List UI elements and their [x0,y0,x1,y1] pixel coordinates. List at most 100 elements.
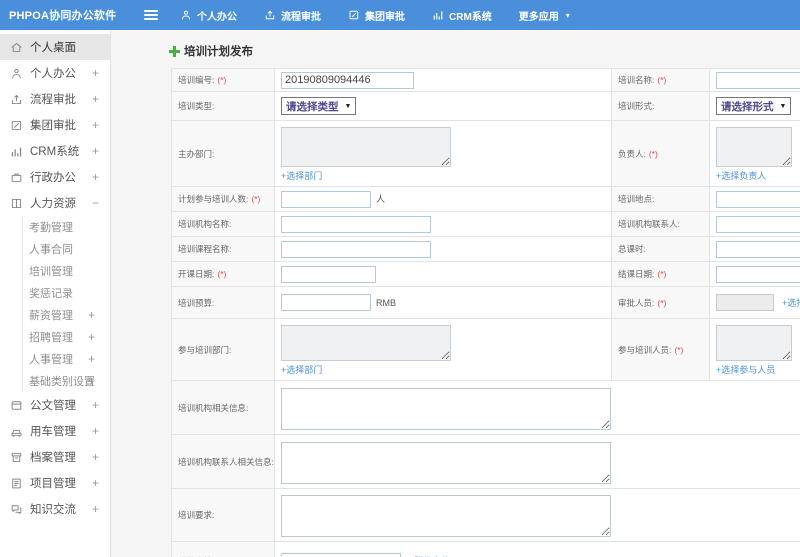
sidebar-subitem-hr-contract[interactable]: 人事合同 [23,238,110,260]
sidebar-subitem-label: 人事合同 [29,244,73,256]
nav-workflow-approval[interactable]: 流程审批 [264,8,321,23]
hamburger-menu-icon[interactable] [144,9,158,21]
training-form-select[interactable]: 请选择形式 ▼ [716,97,792,115]
expand-icon[interactable]: + [92,66,99,80]
total-hours-label: 总课时: [618,244,646,254]
training-req-textarea[interactable] [281,495,611,537]
org-name-input[interactable] [281,215,431,233]
sidebar-item-hr[interactable]: 人力资源 − [0,190,110,216]
required-mark: (*) [657,297,667,308]
expand-icon[interactable]: + [92,92,99,106]
leader-label-cell: 负责人: (*) [611,120,710,187]
training-form-label: 培训形式: [618,101,655,111]
expand-icon[interactable]: + [92,502,99,516]
approver-picker-link[interactable]: +选择审批人员 [782,298,800,308]
org-name-label-cell: 培训机构名称: [171,211,275,237]
leader-picker-link[interactable]: +选择负责人 [716,171,766,181]
sidebar-item-group-approval[interactable]: 集团审批 + [0,112,110,138]
app-brand: PHPOA协同办公软件 [9,10,117,22]
sidebar-item-label: 人力资源 [30,198,76,210]
join-dept-picker-link[interactable]: +选择部门 [281,365,322,375]
sidebar-subitem-recruit-mgmt[interactable]: 招聘管理 + [23,326,110,348]
sidebar-item-personal-desktop[interactable]: 个人桌面 [0,34,110,60]
nav-group-approval[interactable]: 集团审批 [348,8,405,23]
org-info-label-cell: 培训机构相关信息: [171,380,275,435]
planned-count-input[interactable] [281,190,371,208]
org-contact-input[interactable] [716,215,800,233]
training-no-label-cell: 培训编号: (*) [171,68,275,92]
training-name-label-cell: 培训名称: (*) [611,68,710,92]
sidebar-subitem-reward-record[interactable]: 奖惩记录 [23,282,110,304]
org-info-value-cell [274,380,800,435]
training-name-input[interactable] [716,71,800,89]
sidebar-item-knowledge[interactable]: 知识交流 + [0,496,110,522]
sidebar-item-label: 个人桌面 [30,42,76,54]
sidebar-subitem-salary-mgmt[interactable]: 薪资管理 + [23,304,110,326]
sidebar-item-admin-office[interactable]: 行政办公 + [0,164,110,190]
expand-icon[interactable]: + [92,424,99,438]
expand-icon[interactable]: + [92,170,99,184]
expand-icon[interactable]: + [92,118,99,132]
host-dept-picker-link[interactable]: +选择部门 [281,171,322,181]
org-info-textarea[interactable] [281,387,611,430]
budget-input[interactable] [281,294,371,311]
expand-icon[interactable]: + [88,308,95,322]
sidebar-subitem-attendance[interactable]: 考勤管理 [23,216,110,238]
expand-icon[interactable]: + [92,476,99,490]
course-name-input[interactable] [281,240,431,258]
training-name-value-cell [709,68,800,92]
nav-more-apps[interactable]: 更多应用 ▾ [519,8,570,23]
host-dept-textarea[interactable] [281,127,451,167]
sidebar-item-archive-mgmt[interactable]: 档案管理 + [0,444,110,470]
join-staff-picker-link[interactable]: +选择参与人员 [716,365,775,375]
sidebar-item-workflow-approval[interactable]: 流程审批 + [0,86,110,112]
sidebar-subitem-personnel-mgmt[interactable]: 人事管理 + [23,348,110,370]
form-row: 培训机构联系人相关信息: [171,434,800,489]
attachment-input[interactable] [281,552,401,557]
training-plan-form: 培训编号:(*)培训名称:(*)培训类型:请选择类型▼培训形式:请选择形式▼主办… [171,68,800,557]
sidebar-item-crm-system[interactable]: CRM系统 + [0,138,110,164]
leader-textarea[interactable] [716,127,792,167]
org-contact-info-textarea[interactable] [281,441,611,484]
chat-icon [10,503,23,516]
start-date-input[interactable] [281,265,376,283]
expand-icon[interactable]: + [92,398,99,412]
sidebar-item-vehicle-mgmt[interactable]: 用车管理 + [0,418,110,444]
home-icon [10,41,23,54]
sidebar: 个人桌面 个人办公 + 流程审批 + 集团审批 + CRM系统 + 行政办公 + 人力资源 − 考勤管理人… [0,30,111,557]
training-no-input[interactable] [281,71,414,89]
total-hours-input[interactable] [716,240,800,258]
expand-icon[interactable]: + [88,352,95,366]
host-dept-label: 主办部门: [178,148,215,159]
join-dept-textarea[interactable] [281,325,451,361]
training-req-label: 培训要求: [178,510,215,520]
training-type-select[interactable]: 请选择类型 ▼ [281,97,357,115]
org-name-label: 培训机构名称: [178,219,232,229]
sidebar-subitem-base-category[interactable]: 基础类别设置 + [23,370,110,392]
form-row: 附件文档:+附件上传 [171,541,800,557]
expand-icon[interactable]: + [88,330,95,344]
plus-icon [169,45,180,57]
expand-icon[interactable]: + [92,450,99,464]
sidebar-item-label: 集团审批 [30,120,76,132]
leader-value-cell: +选择负责人 [709,120,800,187]
training-form-value-cell: 请选择形式 ▼ [709,91,800,121]
expand-icon[interactable]: + [92,144,99,158]
collapse-icon[interactable]: − [92,196,99,210]
end-date-input[interactable] [716,265,800,283]
approver-value-cell: +选择审批人员 [709,286,800,319]
approver-input[interactable] [716,294,774,311]
briefcase-icon [10,171,23,184]
join-staff-textarea[interactable] [716,325,792,361]
nav-personal-office[interactable]: 个人办公 [180,8,237,23]
start-date-label-cell: 开课日期: (*) [171,261,275,287]
sidebar-item-project-mgmt[interactable]: 项目管理 + [0,470,110,496]
required-mark: (*) [251,194,261,204]
sidebar-subitem-training-mgmt[interactable]: 培训管理 [23,260,110,282]
sidebar-item-document-mgmt[interactable]: 公文管理 + [0,392,110,418]
location-input[interactable] [716,190,800,208]
join-staff-label: 参与培训人员: [618,344,672,355]
nav-crm-system[interactable]: CRM系统 [432,8,492,23]
sidebar-item-personal-office[interactable]: 个人办公 + [0,60,110,86]
expand-icon[interactable]: + [88,374,95,388]
